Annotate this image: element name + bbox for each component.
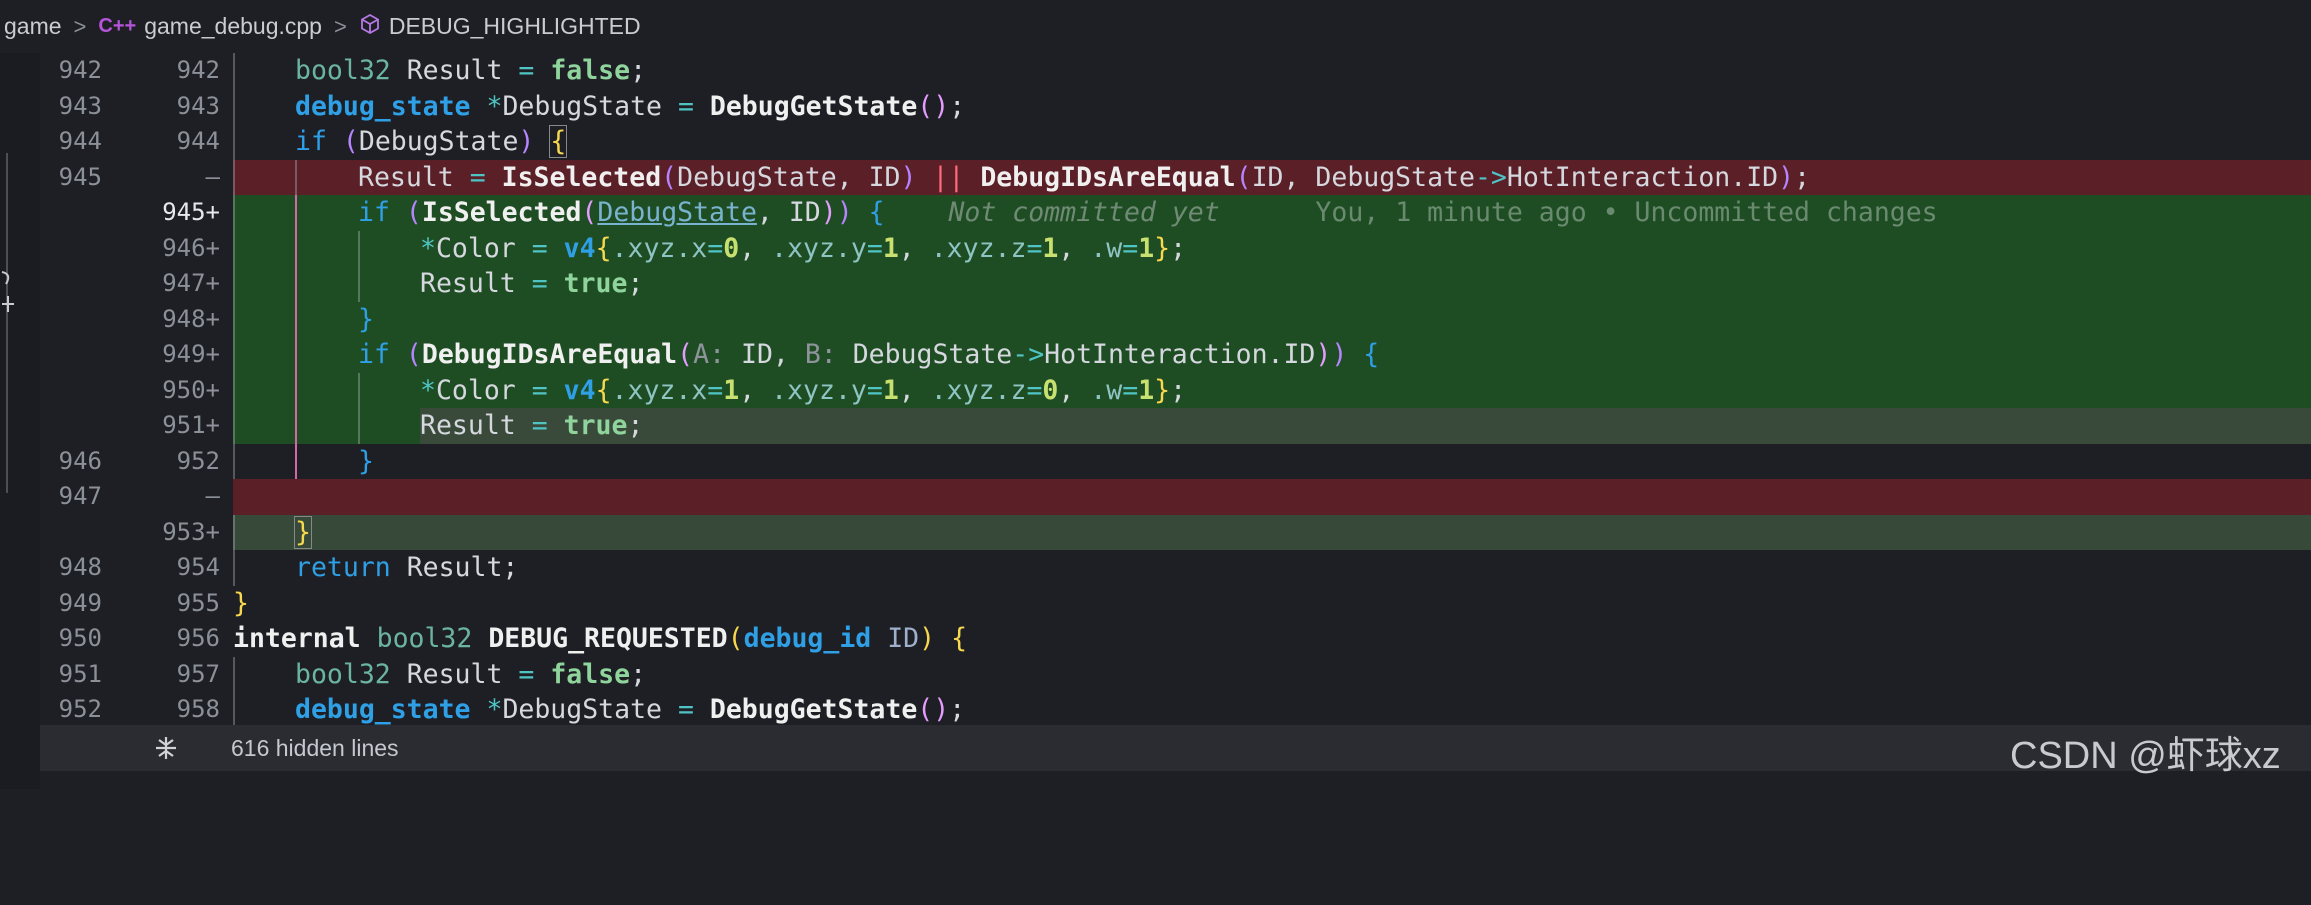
line-number-new: 952	[176, 446, 220, 475]
gutter: 948+	[40, 302, 233, 338]
line-number-old: 950	[58, 624, 102, 652]
watermark: CSDN @虾球xz	[2010, 735, 2281, 777]
line-number-old: 946	[58, 446, 102, 475]
gutter: 949+	[40, 337, 233, 373]
line-number-old: 947	[58, 482, 102, 510]
line-number-new: —	[205, 162, 220, 191]
gutter: 951+	[40, 408, 233, 444]
line-number-new: 949+	[162, 340, 220, 368]
gutter: 945 —	[40, 160, 233, 196]
line-number-new: 950+	[162, 375, 220, 404]
line-number-new: 943	[176, 91, 220, 120]
line-number-old: 952	[58, 695, 102, 723]
cpp-file-icon: C++	[98, 15, 137, 37]
gutter: 953+	[40, 515, 233, 551]
line-number-new: 955	[176, 588, 220, 617]
added-line[interactable]: if (DebugIDsAreEqual(A: ID, B: DebugStat…	[233, 337, 2311, 373]
added-line[interactable]: Result = true;	[233, 408, 2311, 444]
line-number-new: 951+	[162, 411, 220, 439]
added-line[interactable]: *Color = v4{.xyz.x=1, .xyz.y=1, .xyz.z=0…	[233, 372, 2311, 408]
line-number-new: 954	[176, 553, 220, 581]
line-number-new: 947+	[162, 269, 220, 297]
breadcrumb-file[interactable]: game_debug.cpp	[144, 13, 322, 40]
activity-gutter	[0, 53, 40, 789]
line-number-new: 953+	[162, 517, 220, 546]
line-number-new: 945+	[162, 198, 220, 226]
code-line[interactable]: 950 956 internal bool32 DEBUG_REQUESTED(…	[40, 621, 2311, 657]
code-line[interactable]: 944 944 if (DebugState) {	[40, 124, 2311, 160]
gutter: 946+	[40, 231, 233, 267]
line-number-old: 951	[58, 659, 102, 688]
blame-info[interactable]: You, 1 minute ago • Uncommitted changes	[1315, 197, 1937, 228]
chevron-right-icon: >	[333, 13, 347, 39]
line-number-new: 946+	[162, 233, 220, 262]
code-line[interactable]: 951 957 bool32 Result = false;	[40, 656, 2311, 692]
line-number-new: 956	[176, 624, 220, 652]
diff-editor[interactable]: 942 942 bool32 Result = false; 943 943 d…	[40, 53, 2311, 728]
line-number-old: 945	[58, 162, 102, 191]
added-line[interactable]: Result = true;	[233, 266, 2311, 302]
blame-status: Not committed yet	[948, 197, 1220, 228]
line-number-old: 943	[58, 91, 102, 120]
code-line[interactable]: 949 955 }	[40, 586, 2311, 622]
cube-icon	[359, 13, 381, 41]
unfold-icon[interactable]	[152, 734, 180, 768]
line-number-new: 942	[176, 56, 220, 84]
branch-icon	[1, 271, 14, 312]
line-number-old: 942	[58, 56, 102, 84]
hidden-lines-label[interactable]: 616 hidden lines	[231, 735, 399, 762]
breadcrumb-symbol[interactable]: DEBUG_HIGHLIGHTED	[389, 13, 641, 40]
gutter: 947 —	[40, 479, 233, 515]
breadcrumb: game > C++ game_debug.cpp > DEBUG_HIGHLI…	[0, 0, 2311, 53]
line-number-new: —	[205, 482, 220, 510]
added-line[interactable]: *Color = v4{.xyz.x=0, .xyz.y=1, .xyz.z=1…	[233, 230, 2311, 266]
gutter: 947+	[40, 266, 233, 302]
chevron-right-icon: >	[73, 13, 87, 39]
line-number-new: 957	[176, 659, 220, 688]
line-number-new: 944	[176, 127, 220, 155]
line-number-old: 948	[58, 553, 102, 581]
code-line[interactable]: 952 958 debug_state *DebugState = DebugG…	[40, 692, 2311, 728]
gutter: 945+	[40, 195, 233, 231]
hidden-lines-bar[interactable]: 616 hidden lines	[40, 725, 2311, 771]
line-number-old: 944	[58, 127, 102, 155]
code-line[interactable]: 948 954 return Result;	[40, 550, 2311, 586]
added-line[interactable]: }	[233, 514, 2311, 550]
code-line[interactable]: 942 942 bool32 Result = false;	[40, 53, 2311, 89]
gutter: 950+	[40, 373, 233, 409]
code-line[interactable]: 946 952 }	[40, 443, 2311, 479]
line-number-new: 958	[176, 695, 220, 723]
code-line[interactable]: 943 943 debug_state *DebugState = DebugG…	[40, 88, 2311, 124]
line-number-old: 949	[58, 588, 102, 617]
deleted-line[interactable]: Result = IsSelected(DebugState, ID) || D…	[233, 159, 2311, 195]
added-line[interactable]: if (IsSelected(DebugState, ID)) { Not co…	[233, 195, 2311, 231]
added-line[interactable]: }	[233, 301, 2311, 337]
deleted-line[interactable]	[233, 479, 2311, 515]
breadcrumb-folder[interactable]: game	[4, 13, 62, 40]
line-number-new: 948+	[162, 304, 220, 333]
